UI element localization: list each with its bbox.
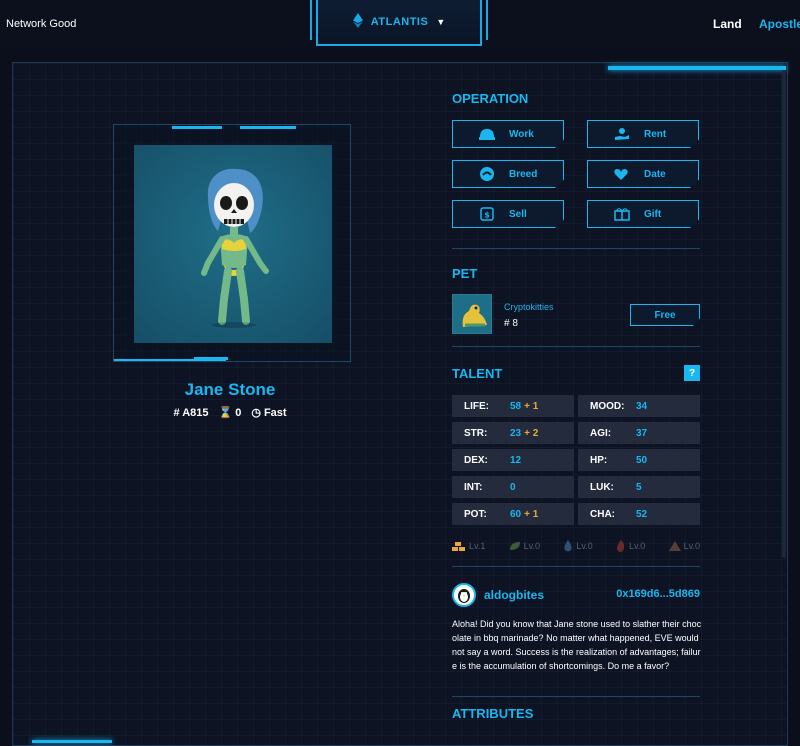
panel-accent <box>32 740 112 743</box>
level-fire: Lv.0 <box>616 540 645 552</box>
free-pet-button[interactable]: Free <box>630 304 700 326</box>
operation-title: OPERATION <box>452 91 529 106</box>
talent-mood: MOOD: 34 <box>578 395 700 417</box>
owner-avatar[interactable] <box>452 583 476 607</box>
hearts-icon <box>614 167 630 181</box>
nav-apostle[interactable]: Apostle <box>759 17 800 31</box>
clock-icon: ◷ <box>251 407 261 419</box>
fire-icon <box>616 540 625 552</box>
speed-label: Fast <box>263 406 287 419</box>
talent-int: INT: 0 <box>452 476 574 498</box>
talent-cha: CHA: 52 <box>578 503 700 525</box>
pet-id: # 8 <box>504 318 518 329</box>
level-water: Lv.0 <box>563 540 593 552</box>
attributes-title: ATTRIBUTES <box>452 706 534 721</box>
owner-name[interactable]: aldogbites <box>484 588 544 602</box>
pet-title: PET <box>452 266 478 281</box>
apostle-meta: # A815 ⌛ 0 ◷ Fast <box>130 406 330 420</box>
divider <box>452 696 700 697</box>
apostle-story: Aloha! Did you know that Jane stone used… <box>452 619 702 671</box>
owner-address[interactable]: 0x169d6...5d869 <box>590 588 700 600</box>
apostle-name: Jane Stone <box>184 380 276 399</box>
rent-button[interactable]: Rent <box>587 120 699 148</box>
breed-button[interactable]: Breed <box>452 160 564 188</box>
element-levels: Lv.1 Lv.0 Lv.0 Lv.0 Lv.0 <box>452 540 700 552</box>
gift-button[interactable]: Gift <box>587 200 699 228</box>
avatar-frame <box>113 124 351 362</box>
world-name: ATLANTIS <box>370 16 429 28</box>
water-drop-icon <box>564 540 572 552</box>
world-selector[interactable]: ATLANTIS ▼ <box>310 0 488 46</box>
breed-icon <box>479 167 495 181</box>
svg-text:$: $ <box>484 211 490 220</box>
ethereum-icon <box>352 13 363 31</box>
divider <box>452 248 700 249</box>
panel-accent <box>608 66 786 70</box>
pet-image <box>452 294 492 334</box>
dinosaur-pet-icon <box>462 304 487 327</box>
talent-agi: AGI: 37 <box>578 422 700 444</box>
talent-pot: POT: 60 + 1 <box>452 503 574 525</box>
work-button[interactable]: Work <box>452 120 564 148</box>
divider <box>452 566 700 567</box>
penguin-avatar-icon <box>458 589 470 603</box>
sell-button[interactable]: $ Sell <box>452 200 564 228</box>
gift-icon <box>614 207 630 221</box>
talent-str: STR: 23 + 2 <box>452 422 574 444</box>
talent-luk: LUK: 5 <box>578 476 700 498</box>
caret-down-icon: ▼ <box>436 17 446 27</box>
sell-icon: $ <box>479 207 495 221</box>
mountain-icon <box>668 541 681 551</box>
level-gold: Lv.1 <box>452 540 485 552</box>
talent-hp: HP: 50 <box>578 449 700 471</box>
leaf-icon <box>509 542 520 550</box>
apostle-id: # A815 <box>173 406 209 419</box>
cooldown-count: 0 <box>235 406 242 419</box>
divider <box>452 346 700 347</box>
level-earth: Lv.0 <box>668 540 700 552</box>
talent-life: LIFE: 58 + 1 <box>452 395 574 417</box>
helmet-icon <box>479 127 495 141</box>
talent-title: TALENT <box>452 366 503 381</box>
scrollbar[interactable] <box>782 70 786 558</box>
hourglass-icon: ⌛ <box>218 407 233 419</box>
talent-dex: DEX: 12 <box>452 449 574 471</box>
date-button[interactable]: Date <box>587 160 699 188</box>
level-wood: Lv.0 <box>509 540 540 552</box>
skeleton-character-icon <box>201 168 269 328</box>
apostle-image <box>134 145 332 343</box>
network-status: Network Good <box>6 18 77 30</box>
help-button[interactable]: ? <box>684 365 700 381</box>
gold-bars-icon <box>452 542 465 551</box>
pet-name[interactable]: Cryptokitties <box>504 302 554 312</box>
nav-land[interactable]: Land <box>713 17 742 31</box>
hand-coin-icon <box>614 127 630 141</box>
